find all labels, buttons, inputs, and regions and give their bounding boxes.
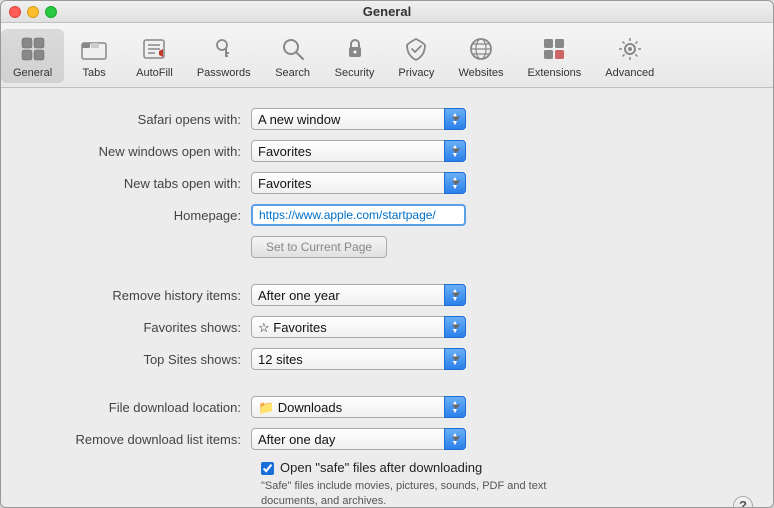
toolbar-label-general: General [13,67,52,79]
open-safe-files-checkbox[interactable] [261,462,274,475]
top-sites-label: Top Sites shows: [31,352,251,367]
remove-history-select[interactable]: After one year [251,284,466,306]
remove-download-label: Remove download list items: [31,432,251,447]
toolbar-label-passwords: Passwords [197,67,251,79]
new-windows-label: New windows open with: [31,144,251,159]
new-windows-row: New windows open with: Favorites [31,140,743,162]
toolbar-item-search[interactable]: Search [263,29,323,83]
homepage-input[interactable] [251,204,466,226]
toolbar-label-extensions: Extensions [527,67,581,79]
top-sites-row: Top Sites shows: 12 sites [31,348,743,370]
toolbar-item-privacy[interactable]: Privacy [386,29,446,83]
remove-download-row: Remove download list items: After one da… [31,428,743,450]
favorites-shows-row: Favorites shows: ☆ Favorites [31,316,743,338]
safari-opens-select[interactable]: A new window [251,108,466,130]
favorites-shows-label: Favorites shows: [31,320,251,335]
set-current-page-button[interactable]: Set to Current Page [251,236,387,258]
file-download-select-wrapper: 📁 Downloads [251,396,466,418]
remove-history-label: Remove history items: [31,288,251,303]
security-icon [339,33,371,65]
help-button[interactable]: ? [733,496,753,508]
toolbar-label-search: Search [275,67,310,79]
safari-opens-select-wrapper: A new window [251,108,466,130]
remove-download-select-wrapper: After one day [251,428,466,450]
favorites-shows-select-wrapper: ☆ Favorites [251,316,466,338]
file-download-label: File download location: [31,400,251,415]
toolbar-item-security[interactable]: Security [323,29,387,83]
passwords-icon [208,33,240,65]
search-icon [277,33,309,65]
close-button[interactable] [9,6,21,18]
window-title: General [363,4,411,19]
top-sites-arrow[interactable] [444,348,466,370]
toolbar-label-autofill: AutoFill [136,67,173,79]
extensions-icon [538,33,570,65]
remove-history-row: Remove history items: After one year [31,284,743,306]
autofill-icon [138,33,170,65]
traffic-lights [9,6,57,18]
file-download-arrow[interactable] [444,396,466,418]
settings-content: Safari opens with: A new window New wind… [1,88,773,508]
maximize-button[interactable] [45,6,57,18]
homepage-label: Homepage: [31,208,251,223]
toolbar-label-security: Security [335,67,375,79]
toolbar-label-privacy: Privacy [398,67,434,79]
safe-files-description: "Safe" files include movies, pictures, s… [261,479,561,508]
remove-history-select-wrapper: After one year [251,284,466,306]
top-sites-select[interactable]: 12 sites [251,348,466,370]
top-sites-select-wrapper: 12 sites [251,348,466,370]
file-download-select[interactable]: 📁 Downloads [251,396,466,418]
remove-download-select[interactable]: After one day [251,428,466,450]
toolbar-label-tabs: Tabs [83,67,106,79]
new-tabs-select[interactable]: Favorites [251,172,466,194]
toolbar-item-tabs[interactable]: Tabs [64,29,124,83]
toolbar-label-advanced: Advanced [605,67,654,79]
open-safe-files-row: Open "safe" files after downloading [261,460,743,475]
privacy-icon [400,33,432,65]
safari-opens-arrow[interactable] [444,108,466,130]
advanced-icon [614,33,646,65]
file-download-row: File download location: 📁 Downloads [31,396,743,418]
remove-history-arrow[interactable] [444,284,466,306]
new-windows-select-wrapper: Favorites [251,140,466,162]
minimize-button[interactable] [27,6,39,18]
open-safe-files-label[interactable]: Open "safe" files after downloading [280,460,482,475]
new-tabs-arrow[interactable] [444,172,466,194]
remove-download-arrow[interactable] [444,428,466,450]
homepage-row: Homepage: [31,204,743,226]
toolbar-label-websites: Websites [458,67,503,79]
websites-icon [465,33,497,65]
toolbar-item-advanced[interactable]: Advanced [593,29,666,83]
new-windows-arrow[interactable] [444,140,466,162]
new-tabs-select-wrapper: Favorites [251,172,466,194]
toolbar-item-autofill[interactable]: AutoFill [124,29,185,83]
titlebar: General [1,1,773,23]
general-icon [17,33,49,65]
safari-opens-row: Safari opens with: A new window [31,108,743,130]
new-tabs-label: New tabs open with: [31,176,251,191]
toolbar-item-general[interactable]: General [1,29,64,83]
safari-opens-label: Safari opens with: [31,112,251,127]
tabs-icon [78,33,110,65]
toolbar: General Tabs A [1,23,773,88]
favorites-shows-arrow[interactable] [444,316,466,338]
toolbar-item-extensions[interactable]: Extensions [515,29,593,83]
toolbar-item-passwords[interactable]: Passwords [185,29,263,83]
new-windows-select[interactable]: Favorites [251,140,466,162]
favorites-shows-select[interactable]: ☆ Favorites [251,316,466,338]
set-current-page-row: Set to Current Page [31,236,743,258]
toolbar-item-websites[interactable]: Websites [446,29,515,83]
new-tabs-row: New tabs open with: Favorites [31,172,743,194]
window: General General Tabs [0,0,774,508]
